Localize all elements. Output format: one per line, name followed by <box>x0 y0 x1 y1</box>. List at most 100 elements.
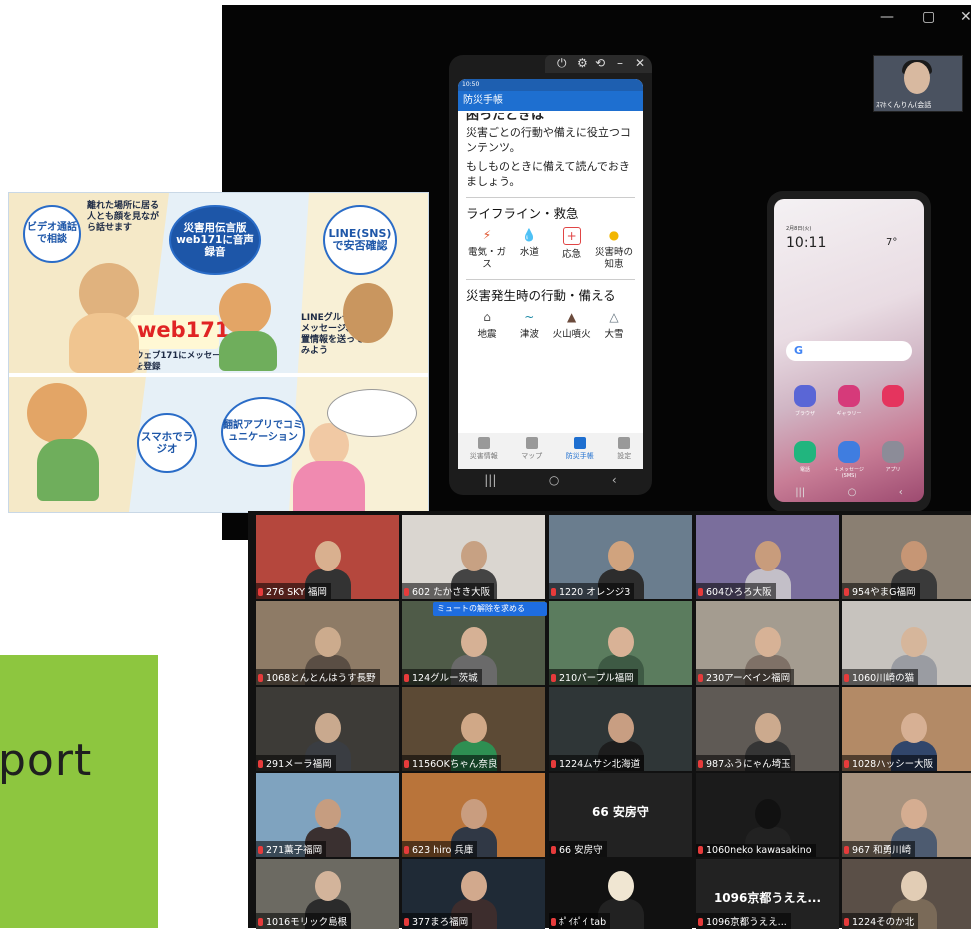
house-icon: ⌂ <box>483 310 491 324</box>
muted-mic-icon <box>404 918 409 926</box>
muted-mic-icon <box>551 846 556 854</box>
participant-tile[interactable]: 1156OKちゃん奈良 <box>402 687 545 771</box>
minimize-icon[interactable]: – <box>617 56 623 70</box>
participant-tile[interactable]: 967 和勇川崎 <box>842 773 971 857</box>
message-app-icon[interactable] <box>838 441 860 463</box>
participant-name: 1028ハッシー大阪 <box>842 755 938 771</box>
item-tsunami[interactable]: ~ 津波 <box>508 307 550 341</box>
muted-mic-icon <box>258 760 263 768</box>
muted-mic-icon <box>698 918 703 926</box>
participant-name: 1224ムサシ北海道 <box>549 755 645 771</box>
participant-head <box>314 713 341 743</box>
participant-name: 291メーラ福岡 <box>256 755 336 771</box>
tab-disaster-info[interactable]: 災害情報 <box>470 433 498 469</box>
participant-tile[interactable]: 1096京都うええ... 1096京都うええ... <box>696 859 839 929</box>
item-earthquake[interactable]: ⌂ 地震 <box>466 307 508 341</box>
participant-tile[interactable]: 987ふうにゃん埼玉 <box>696 687 839 771</box>
participant-name: 377まろ福岡 <box>402 913 473 929</box>
bottom-tab-bar: 災害情報 マップ 防災手帳 設定 <box>458 433 643 469</box>
browser-app-icon[interactable] <box>794 385 816 407</box>
participant-tile[interactable]: 291メーラ福岡 <box>256 687 399 771</box>
participant-tile[interactable]: 230アーベイン福岡 <box>696 601 839 685</box>
recent-apps-icon[interactable]: ||| <box>484 469 496 491</box>
participant-tile[interactable]: 210パープル福岡 <box>549 601 692 685</box>
minimize-button[interactable]: — <box>880 9 894 25</box>
participant-head <box>314 799 341 829</box>
tab-label: マップ <box>521 452 543 460</box>
participant-tile[interactable]: 66 安房守 66 安房守 <box>549 773 692 857</box>
status-bar: 10:50 <box>458 79 643 91</box>
participant-tile[interactable]: 271薫子福岡 <box>256 773 399 857</box>
back-icon[interactable]: ‹ <box>612 469 617 491</box>
participant-tile[interactable]: 954やまG福岡 <box>842 515 971 599</box>
participant-name: 1060neko kawasakino <box>696 844 816 857</box>
participant-name: 124グルー茨城 <box>402 669 482 685</box>
web171-caption: ウェブ171にメッセージを登録 <box>135 351 230 372</box>
participant-tile[interactable]: 377まろ福岡 <box>402 859 545 929</box>
google-search-bar[interactable]: G <box>786 341 912 361</box>
muted-mic-icon <box>698 588 703 596</box>
participant-name: 967 和勇川崎 <box>842 841 916 857</box>
participant-tile[interactable]: 623 hiro 兵庫 <box>402 773 545 857</box>
participant-tile[interactable]: 1068とんとんはうす長野 <box>256 601 399 685</box>
participant-tile[interactable]: 276 SKY 福岡 <box>256 515 399 599</box>
participant-tile[interactable]: 602 たかさき大阪 <box>402 515 545 599</box>
phone-app-icon[interactable] <box>794 441 816 463</box>
participant-display-name: 66 安房守 <box>592 805 649 819</box>
participant-tile[interactable]: 1224ムサシ北海道 <box>549 687 692 771</box>
rotate-icon[interactable]: ⟲ <box>595 56 605 70</box>
item-first-aid[interactable]: + 応急 <box>551 225 593 271</box>
section-disaster-actions: 災害発生時の行動・備える <box>466 279 635 303</box>
participant-head <box>900 627 927 657</box>
participant-head <box>607 871 634 901</box>
back-icon[interactable]: ‹ <box>899 487 903 498</box>
phone-home-screen: 2月8日(火) 10:11 7° G ブラウザ ギャラリー 電話 ＋メッセージ(… <box>767 191 931 512</box>
participant-head <box>607 713 634 743</box>
participant-tile[interactable]: 604ひろろ大阪 <box>696 515 839 599</box>
participant-tile[interactable]: 1220 オレンジ3 <box>549 515 692 599</box>
request-unmute-popup[interactable]: ミュートの解除を求める <box>433 602 547 616</box>
app-label: 電話 <box>799 467 810 473</box>
participant-tile[interactable]: 1224そのか北 <box>842 859 971 929</box>
participant-tile[interactable]: 1060川崎の猫 <box>842 601 971 685</box>
participant-tile[interactable]: ﾎﾟｲﾎﾟｲ tab <box>549 859 692 929</box>
muted-mic-icon <box>698 760 703 768</box>
participant-tile[interactable]: 1060neko kawasakino <box>696 773 839 857</box>
tab-settings[interactable]: 設定 <box>617 433 631 469</box>
app-label: アプリ <box>885 467 901 473</box>
close-icon[interactable]: ✕ <box>635 56 645 70</box>
intro-line-4: ましょう。 <box>466 175 521 188</box>
camera-app-icon[interactable] <box>882 385 904 407</box>
self-view-video[interactable]: ｽﾏﾎくんりん(会話 <box>873 55 963 112</box>
settings-icon[interactable]: ⚙ <box>577 56 588 70</box>
tab-handbook[interactable]: 防災手帳 <box>566 433 594 469</box>
home-icon[interactable]: ○ <box>848 487 857 498</box>
item-label: 水道 <box>519 247 539 258</box>
gallery-app-icon[interactable] <box>838 385 860 407</box>
muted-mic-icon <box>258 918 263 926</box>
item-water[interactable]: 💧 水道 <box>508 225 550 271</box>
participant-head <box>754 713 781 743</box>
bear-cub-head <box>219 283 271 335</box>
power-icon[interactable]: ⏻ <box>557 56 567 71</box>
close-button[interactable]: ✕ <box>960 9 971 25</box>
item-volcano[interactable]: ▲ 火山噴火 <box>551 307 593 341</box>
speech-bubble <box>327 389 417 437</box>
participant-name: 623 hiro 兵庫 <box>402 841 478 857</box>
participant-name: 1096京都うええ... <box>696 913 791 929</box>
muted-mic-icon <box>698 674 703 682</box>
item-electric-gas[interactable]: ⚡ 電気・ガス <box>466 225 508 271</box>
muted-mic-icon <box>551 588 556 596</box>
apps-drawer-icon[interactable] <box>882 441 904 463</box>
item-tips[interactable]: ● 災害時の知恵 <box>593 225 635 271</box>
muted-mic-icon <box>844 760 849 768</box>
home-icon[interactable]: ○ <box>549 469 559 491</box>
bear-radio-body <box>37 439 99 501</box>
participant-tile[interactable]: 1016モリック島根 <box>256 859 399 929</box>
recent-apps-icon[interactable]: ||| <box>795 487 805 498</box>
participant-tile[interactable]: 1028ハッシー大阪 <box>842 687 971 771</box>
tab-map[interactable]: マップ <box>521 433 542 469</box>
participant-name: 1224そのか北 <box>842 913 919 929</box>
maximize-button[interactable]: ▢ <box>922 9 935 25</box>
item-snow[interactable]: △ 大雪 <box>593 307 635 341</box>
